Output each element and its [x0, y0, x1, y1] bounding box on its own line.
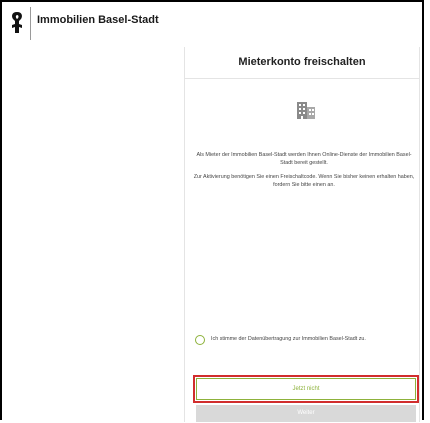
left-pane [2, 47, 184, 422]
intro-paragraph-services: Als Mieter der Immobilien Basel-Stadt we… [196, 152, 412, 166]
top-bar: Immobilien Basel-Stadt [2, 2, 422, 45]
building-icon [296, 100, 316, 120]
activation-panel: Mieterkonto freischalten Als Mieter der … [184, 47, 420, 422]
brand-name: Immobilien Basel-Stadt [37, 14, 159, 26]
basel-crozier-icon [9, 11, 25, 35]
page-title: Mieterkonto freischalten [238, 56, 366, 68]
next-button[interactable]: Weiter [196, 405, 416, 422]
app-window: Immobilien Basel-Stadt Mieterkonto freis… [0, 0, 424, 422]
intro-paragraph-activation: Zur Aktivierung benötigen Sie einen Frei… [193, 174, 415, 188]
consent-radio[interactable] [195, 335, 205, 345]
consent-label: Ich stimme der Datenübertragung zur Immo… [211, 336, 366, 342]
panel-header: Mieterkonto freischalten [185, 47, 419, 79]
logo-divider [30, 7, 31, 40]
consent-option[interactable]: Ich stimme der Datenübertragung zur Immo… [195, 334, 417, 348]
intro-text: Als Mieter der Immobilien Basel-Stadt we… [191, 151, 417, 195]
not-now-button[interactable]: Jetzt nicht [196, 378, 416, 400]
